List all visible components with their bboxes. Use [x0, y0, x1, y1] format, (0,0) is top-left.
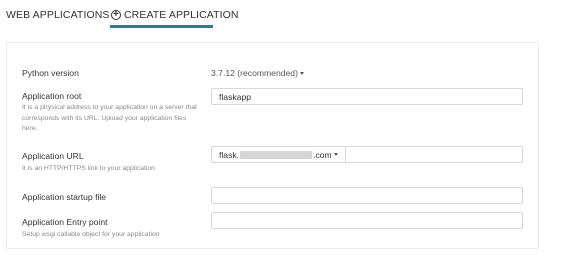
python-version-label: Python version: [22, 68, 79, 78]
application-root-input[interactable]: flaskapp: [211, 88, 523, 105]
application-url-field: flask. .com: [211, 146, 523, 163]
active-tab-indicator: [110, 25, 213, 28]
entry-point-help: Setup wsgi callable object for your appl…: [22, 231, 160, 238]
domain-suffix: .com: [313, 149, 332, 160]
entry-point-input[interactable]: [211, 212, 523, 229]
tab-create-application-label: CREATE APPLICATION: [124, 9, 239, 21]
chevron-down-icon: [333, 153, 338, 156]
chevron-down-icon: [299, 72, 304, 76]
redacted-domain: [240, 150, 313, 159]
application-root-help: It is a physical address to your applica…: [22, 104, 197, 132]
domain-select[interactable]: flask. .com: [219, 147, 346, 162]
domain-prefix: flask.: [219, 149, 240, 160]
application-url-help: It is an HTTP/HTTPS link to your applica…: [22, 165, 155, 172]
python-version-select[interactable]: 3.7.12 (recommended): [211, 68, 304, 78]
application-root-label: Application root: [22, 91, 82, 101]
plus-circle-icon: +: [111, 10, 121, 20]
tab-create-application[interactable]: + CREATE APPLICATION: [111, 9, 239, 21]
python-version-value: 3.7.12 (recommended): [211, 68, 298, 78]
application-url-path-input[interactable]: [346, 147, 522, 162]
entry-point-label: Application Entry point: [22, 217, 108, 227]
tab-web-applications[interactable]: WEB APPLICATIONS: [6, 9, 110, 21]
application-url-label: Application URL: [22, 151, 84, 161]
startup-file-label: Application startup file: [22, 192, 107, 202]
startup-file-input[interactable]: [211, 187, 523, 204]
application-root-value: flaskapp: [219, 91, 252, 102]
tab-bar: WEB APPLICATIONS + CREATE APPLICATION: [0, 0, 564, 40]
